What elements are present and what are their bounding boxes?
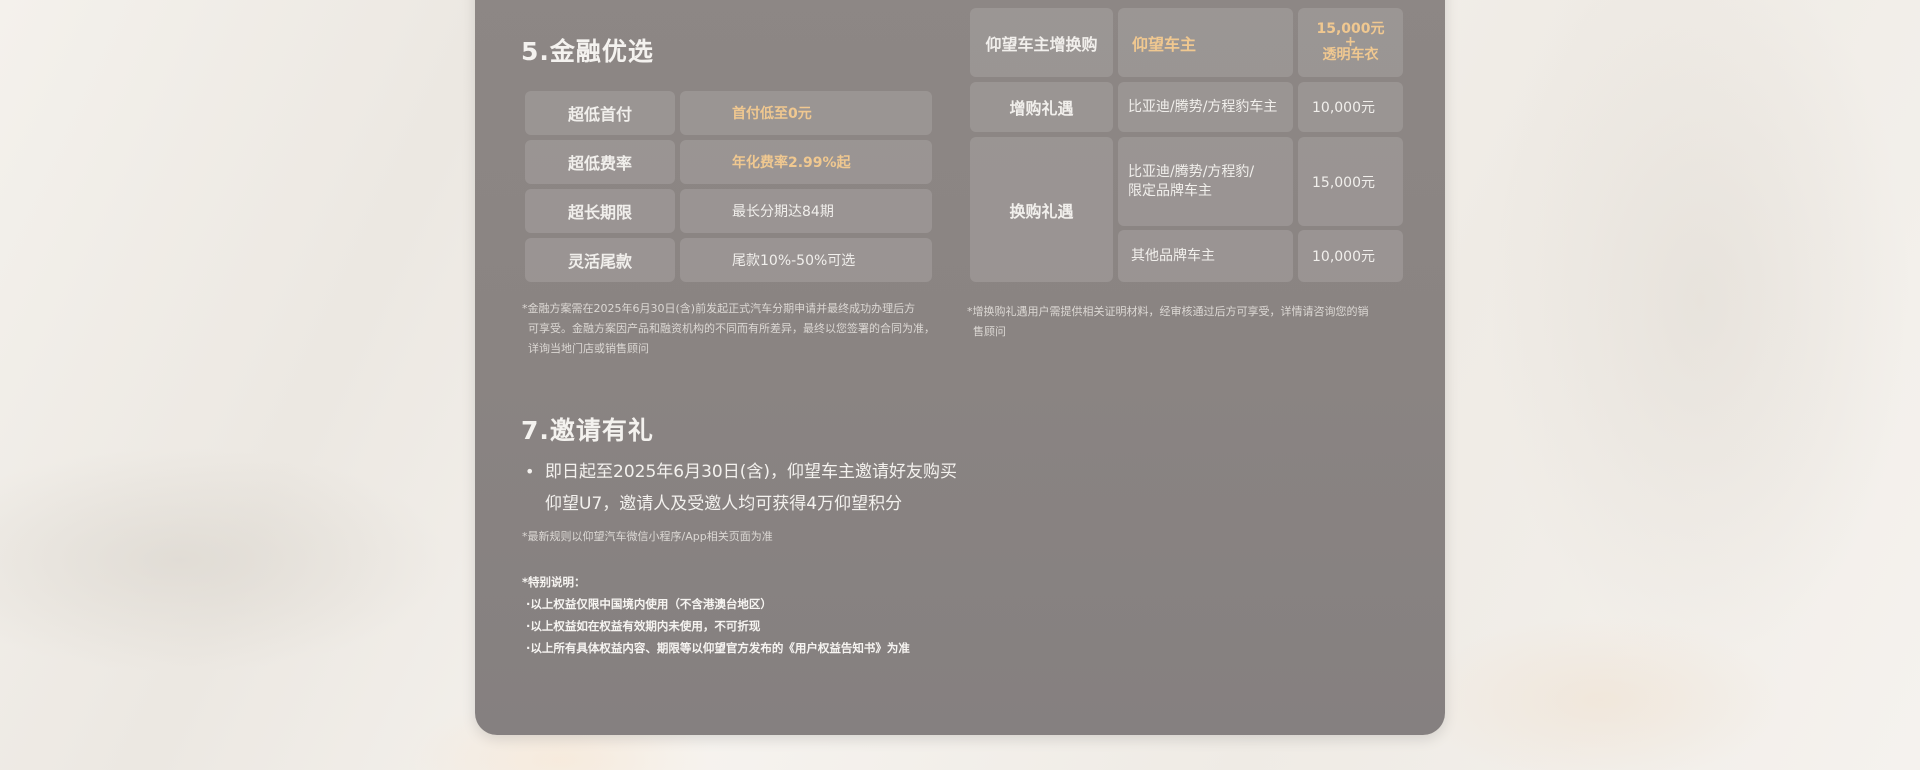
finance-note-line: 详询当地门店或销售顾问 — [528, 342, 649, 355]
invite-note: *最新规则以仰望汽车微信小程序/App相关页面为准 — [522, 530, 773, 543]
trade-note: *增换购礼遇用户需提供相关证明材料，经审核通过后方可享受，详情请咨询您的销 售顾… — [967, 302, 1369, 342]
finance-label-term: 超长期限 — [525, 189, 675, 233]
finance-value-term: 最长分期达84期 — [680, 189, 932, 233]
trade-target-owner: 仰望车主 — [1118, 8, 1293, 77]
finance-note: *金融方案需在2025年6月30日(含)前发起正式汽车分期申请并最终成功办理后方… — [522, 299, 935, 359]
finance-value-balloon: 尾款10%-50%可选 — [680, 238, 932, 282]
trade-note-line: 售顾问 — [973, 325, 1006, 338]
benefits-card: 5.金融优选 超低首付 首付低至0元 超低费率 年化费率2.99%起 超长期限 … — [475, 0, 1445, 735]
finance-note-line: *金融方案需在2025年6月30日(含)前发起正式汽车分期申请并最终成功办理后方 — [522, 302, 916, 315]
trade-reward-swap-limited: 15,000元 — [1298, 137, 1403, 226]
invite-bullet: • 即日起至2025年6月30日(含)，仰望车主邀请好友购买 仰望U7，邀请人及… — [525, 456, 957, 520]
invite-bullet-line: 即日起至2025年6月30日(含)，仰望车主邀请好友购买 — [545, 462, 957, 482]
special-note-item: ·以上所有具体权益内容、期限等以仰望官方发布的《用户权益告知书》为准 — [526, 641, 910, 655]
trade-note-line: *增换购礼遇用户需提供相关证明材料，经审核通过后方可享受，详情请咨询您的销 — [967, 305, 1369, 318]
special-notes: *特别说明： ·以上权益仅限中国境内使用（不含港澳台地区） ·以上权益如在权益有… — [522, 571, 910, 659]
trade-label-owner: 仰望车主增换购 — [970, 8, 1113, 77]
trade-target-swap-limited-line: 比亚迪/腾势/方程豹/ — [1128, 163, 1255, 180]
trade-reward-owner-gift: 透明车衣 — [1322, 47, 1379, 63]
finance-value-rate: 年化费率2.99%起 — [680, 140, 932, 184]
trade-reward-swap-other: 10,000元 — [1298, 230, 1403, 282]
trade-reward-owner: 15,000元 + 透明车衣 — [1298, 8, 1403, 77]
bullet-dot-icon: • — [525, 462, 535, 481]
special-note-item: ·以上权益如在权益有效期内未使用，不可折现 — [526, 619, 761, 633]
invite-section-title: 7.邀请有礼 — [521, 416, 654, 445]
finance-label-down-payment: 超低首付 — [525, 91, 675, 135]
finance-label-rate: 超低费率 — [525, 140, 675, 184]
trade-label-add: 增购礼遇 — [970, 82, 1113, 132]
invite-bullet-line: 仰望U7，邀请人及受邀人均可获得4万仰望积分 — [545, 494, 903, 514]
finance-section-title: 5.金融优选 — [521, 37, 654, 66]
trade-target-swap-limited-line: 限定品牌车主 — [1128, 182, 1212, 199]
trade-label-swap: 换购礼遇 — [970, 137, 1113, 282]
trade-target-add: 比亚迪/腾势/方程豹车主 — [1118, 82, 1293, 132]
finance-label-balloon: 灵活尾款 — [525, 238, 675, 282]
finance-value-down-payment: 首付低至0元 — [680, 91, 932, 135]
special-note-item: ·以上权益仅限中国境内使用（不含港澳台地区） — [526, 597, 772, 611]
special-notes-title: *特别说明： — [522, 575, 586, 589]
finance-note-line: 可享受。金融方案因产品和融资机构的不同而有所差异，最终以您签署的合同为准， — [528, 322, 935, 335]
trade-reward-add: 10,000元 — [1298, 82, 1403, 132]
trade-target-swap-limited: 比亚迪/腾势/方程豹/ 限定品牌车主 — [1118, 137, 1293, 226]
trade-target-swap-other: 其他品牌车主 — [1118, 230, 1293, 282]
